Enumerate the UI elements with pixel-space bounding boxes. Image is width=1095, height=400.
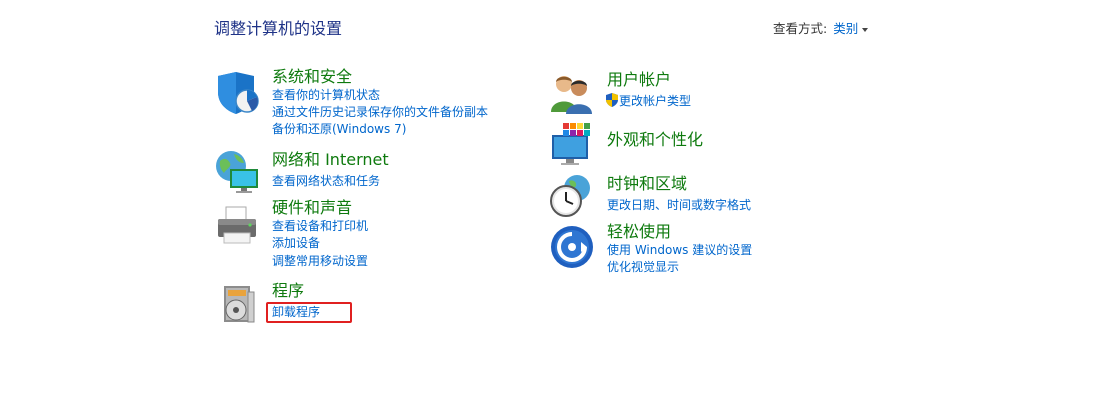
- page-title: 调整计算机的设置: [214, 19, 343, 38]
- link-file-history-backup[interactable]: 通过文件历史记录保存你的文件备份副本: [272, 104, 488, 121]
- network-globe-icon[interactable]: [214, 149, 260, 195]
- category-clock-region[interactable]: 时钟和区域: [607, 174, 687, 194]
- view-by-dropdown[interactable]: 类别: [833, 21, 858, 36]
- chevron-down-icon[interactable]: [862, 27, 869, 32]
- link-devices-printers[interactable]: 查看设备和打印机: [272, 218, 368, 235]
- control-panel-page: 调整计算机的设置 查看方式: 类别 系统和安全 查看你的计算机状态 通过文件历史记…: [0, 0, 1095, 400]
- link-change-account-type-label: 更改帐户类型: [619, 94, 692, 108]
- link-change-account-type[interactable]: 更改帐户类型: [605, 93, 691, 110]
- category-programs[interactable]: 程序: [272, 281, 304, 301]
- link-windows-recommended-settings[interactable]: 使用 Windows 建议的设置: [607, 242, 752, 259]
- users-icon[interactable]: [549, 70, 595, 116]
- link-change-date-time-format[interactable]: 更改日期、时间或数字格式: [607, 197, 751, 214]
- category-user-accounts[interactable]: 用户帐户: [607, 70, 671, 90]
- ease-of-access-icon[interactable]: [549, 224, 595, 270]
- category-network-internet[interactable]: 网络和 Internet: [272, 150, 389, 170]
- shield-icon[interactable]: [214, 70, 260, 116]
- link-mobility-settings[interactable]: 调整常用移动设置: [272, 253, 368, 270]
- highlight-box: [266, 302, 352, 323]
- link-add-device[interactable]: 添加设备: [272, 235, 320, 252]
- category-ease-of-access[interactable]: 轻松使用: [607, 222, 671, 242]
- link-backup-restore[interactable]: 备份和还原(Windows 7): [272, 121, 406, 138]
- programs-disc-icon[interactable]: [218, 284, 264, 330]
- view-by-control: 查看方式: 类别: [773, 20, 869, 38]
- link-view-computer-status[interactable]: 查看你的计算机状态: [272, 87, 380, 104]
- clock-globe-icon[interactable]: [549, 173, 595, 219]
- category-hardware-sound[interactable]: 硬件和声音: [272, 198, 352, 218]
- uac-shield-icon: [606, 93, 618, 107]
- monitor-palette-icon[interactable]: [549, 121, 595, 167]
- view-by-label: 查看方式:: [773, 21, 828, 36]
- category-appearance[interactable]: 外观和个性化: [607, 130, 703, 150]
- link-optimize-visual-display[interactable]: 优化视觉显示: [607, 259, 679, 276]
- printer-icon[interactable]: [214, 203, 260, 249]
- link-view-network-status[interactable]: 查看网络状态和任务: [272, 173, 380, 190]
- category-system-security[interactable]: 系统和安全: [272, 67, 352, 87]
